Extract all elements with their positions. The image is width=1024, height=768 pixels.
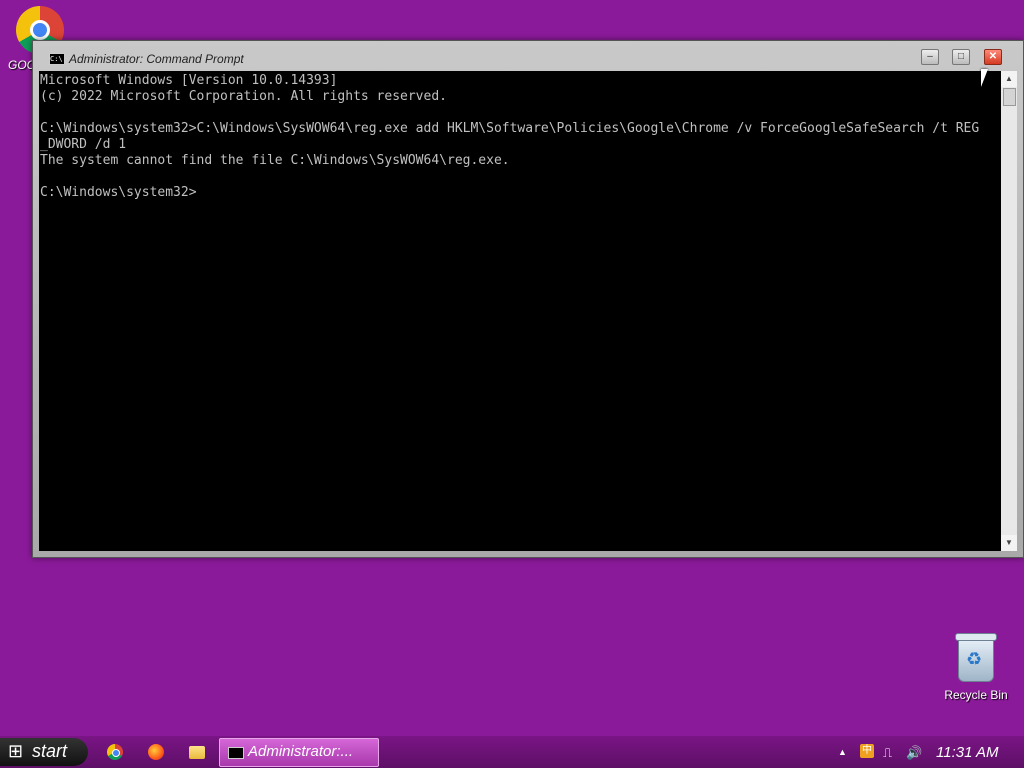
start-button[interactable]: ⊞ start	[0, 738, 88, 766]
clock[interactable]: 11:31 AM	[936, 744, 999, 761]
show-hidden-icons-icon[interactable]: ▲	[838, 747, 847, 757]
scroll-up-arrow-icon[interactable]: ▲	[1001, 71, 1017, 87]
maximize-button[interactable]: □	[952, 49, 970, 65]
quicklaunch-chrome-icon[interactable]	[107, 744, 123, 760]
close-button[interactable]: ✕	[984, 49, 1002, 65]
scroll-down-arrow-icon[interactable]: ▼	[1001, 535, 1017, 551]
quicklaunch-firefox-icon[interactable]	[148, 744, 164, 760]
console-output[interactable]: Microsoft Windows [Version 10.0.14393] (…	[39, 71, 1001, 551]
vertical-scrollbar[interactable]: ▲ ▼	[1001, 71, 1017, 551]
window-title: Administrator: Command Prompt	[69, 52, 244, 66]
desktop-recycle-bin[interactable]: Recycle Bin	[938, 633, 1014, 702]
taskbar: ⊞ start Administrator:... ▲ 中 ⎍ 🔊 11:31 …	[0, 736, 1024, 768]
scroll-thumb[interactable]	[1003, 88, 1016, 106]
minimize-button[interactable]: –	[921, 49, 939, 65]
window-titlebar[interactable]: C:\ Administrator: Command Prompt – □ ✕	[33, 41, 1023, 71]
mouse-pointer-icon	[981, 69, 993, 87]
command-prompt-window: C:\ Administrator: Command Prompt – □ ✕ …	[32, 40, 1024, 558]
recycle-bin-icon	[955, 633, 997, 682]
taskbar-button-command-prompt[interactable]: Administrator:...	[219, 738, 379, 767]
ime-icon[interactable]: 中	[860, 744, 874, 758]
volume-icon[interactable]: 🔊	[906, 745, 922, 761]
start-label: start	[32, 741, 68, 761]
console-text: Microsoft Windows [Version 10.0.14393] (…	[40, 73, 980, 200]
taskbar-button-label: Administrator:...	[248, 743, 354, 760]
quicklaunch-explorer-icon[interactable]	[189, 746, 205, 759]
network-icon[interactable]: ⎍	[883, 745, 892, 761]
cmd-icon	[228, 747, 244, 759]
recycle-bin-label: Recycle Bin	[944, 688, 1008, 702]
cmd-icon: C:\	[49, 53, 65, 65]
windows-logo-icon: ⊞	[8, 741, 24, 761]
